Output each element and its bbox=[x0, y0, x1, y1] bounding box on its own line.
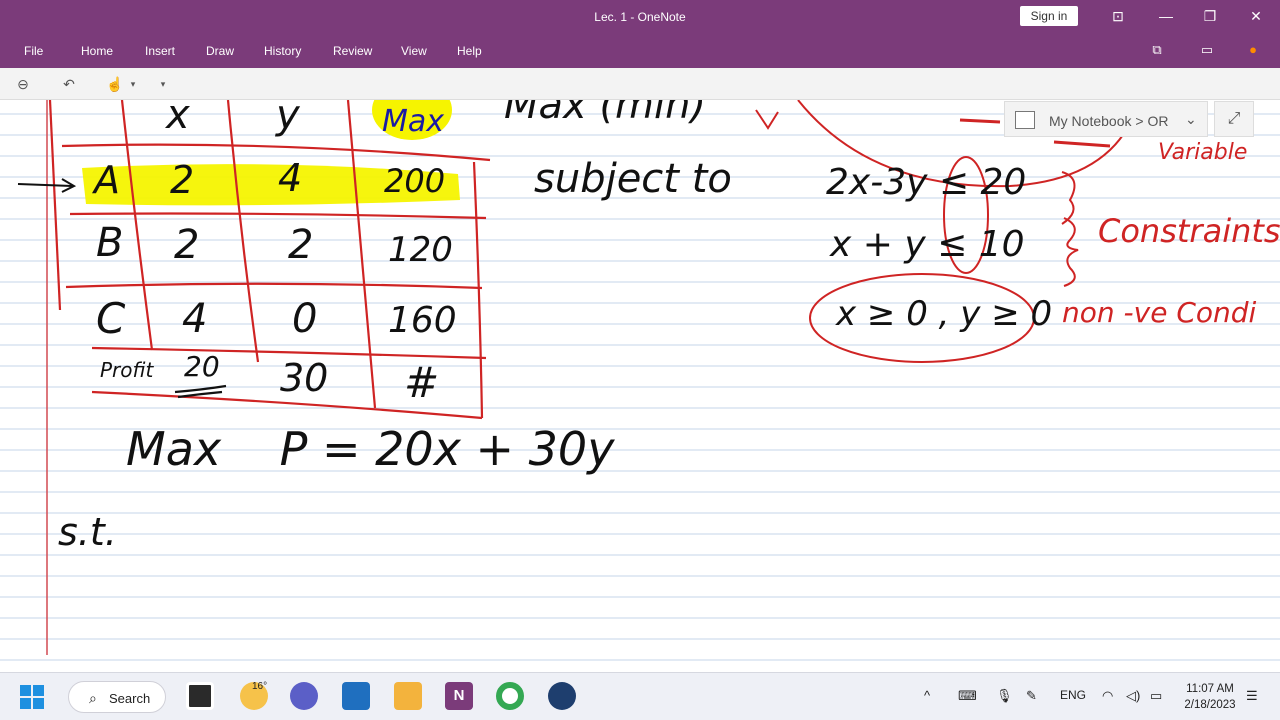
row-a-max: 200 bbox=[384, 162, 446, 200]
notification-center-icon[interactable]: ☰ bbox=[1246, 688, 1258, 704]
share-icon[interactable]: ⧉ bbox=[1148, 42, 1166, 60]
row-a-y: 4 bbox=[278, 156, 303, 200]
tab-help[interactable]: Help bbox=[457, 44, 482, 58]
chevron-down-icon[interactable]: ▾ bbox=[124, 75, 142, 93]
arrow-row-a bbox=[17, 178, 77, 193]
st-label: s.t. bbox=[58, 510, 117, 554]
search-icon: ⌕ bbox=[89, 690, 97, 706]
taskbar: ⌕ Search 16° N ^ ⌨ 🎙 ✎ ENG ◠ ◁) ▭ 11:07 … bbox=[0, 672, 1280, 720]
time: 11:07 AM bbox=[1186, 683, 1234, 695]
row-b-label: B bbox=[96, 220, 124, 266]
pen-icon[interactable]: ✎ bbox=[1026, 688, 1037, 704]
notebook-navigation[interactable]: My Notebook > OR ⌄ bbox=[1004, 101, 1208, 137]
ribbon-tabs: File Home Insert Draw History Review Vie… bbox=[0, 34, 1280, 68]
customize-toolbar-icon[interactable]: ▾ bbox=[154, 75, 172, 93]
constraint-2: x + y ≤ 10 bbox=[830, 224, 1025, 265]
back-icon[interactable]: ⊖ bbox=[14, 75, 32, 93]
immersive-reader-icon[interactable]: ⊡ bbox=[1098, 4, 1138, 28]
task-view-icon[interactable] bbox=[186, 682, 214, 710]
title-bar: Lec. 1 - OneNote Sign in ⊡ — ❐ ✕ bbox=[0, 0, 1280, 34]
tab-file[interactable]: File bbox=[24, 44, 43, 58]
header-x: x bbox=[166, 100, 190, 138]
row-c-label: C bbox=[96, 294, 126, 343]
nonneg-label: non -ve Condi bbox=[1062, 296, 1257, 329]
tab-insert[interactable]: Insert bbox=[145, 44, 175, 58]
language-indicator[interactable]: ENG bbox=[1060, 688, 1086, 702]
profit-x: 20 bbox=[184, 350, 220, 383]
row-c-max: 160 bbox=[388, 300, 457, 341]
volume-icon[interactable]: ◁) bbox=[1126, 688, 1140, 704]
expand-icon[interactable]: ⤢ bbox=[1214, 101, 1254, 137]
onenote-icon[interactable]: N bbox=[445, 682, 473, 710]
media-player-icon[interactable] bbox=[548, 682, 576, 710]
window-title: Lec. 1 - OneNote bbox=[594, 10, 686, 24]
chrome-icon[interactable] bbox=[496, 682, 524, 710]
windows-start-icon[interactable] bbox=[20, 685, 44, 709]
constraint-1: 2x-3y ≤ 20 bbox=[826, 162, 1027, 203]
sign-in-button[interactable]: Sign in bbox=[1020, 6, 1078, 26]
clock[interactable]: 11:07 AM 2/18/2023 bbox=[1180, 681, 1240, 713]
profit-y: 30 bbox=[280, 356, 329, 400]
chevron-down-icon[interactable]: ⌄ bbox=[1185, 111, 1197, 128]
row-a-x: 2 bbox=[170, 158, 195, 202]
store-icon[interactable] bbox=[342, 682, 370, 710]
nonneg-constraint: x ≥ 0 , y ≥ 0 bbox=[836, 294, 1053, 334]
notification-dot-icon[interactable]: ● bbox=[1244, 42, 1262, 60]
taskbar-search[interactable]: ⌕ Search bbox=[68, 681, 166, 713]
down-arrow bbox=[755, 109, 779, 130]
profit-label: Profit bbox=[100, 358, 154, 382]
weather-temp: 16° bbox=[252, 681, 268, 692]
microphone-icon[interactable]: 🎙 bbox=[996, 688, 1013, 704]
row-a-label: A bbox=[94, 158, 120, 202]
touch-mode-icon[interactable]: ☝ bbox=[106, 75, 124, 93]
wifi-icon[interactable]: ◠ bbox=[1102, 688, 1113, 704]
tab-history[interactable]: History bbox=[264, 44, 301, 58]
close-button[interactable]: ✕ bbox=[1236, 4, 1276, 28]
tab-view[interactable]: View bbox=[401, 44, 427, 58]
row-b-max: 120 bbox=[388, 230, 453, 270]
show-hidden-icons-icon[interactable]: ^ bbox=[924, 688, 930, 703]
comments-icon[interactable]: ▭ bbox=[1198, 42, 1216, 60]
row-b-y: 2 bbox=[288, 222, 314, 268]
restore-button[interactable]: ❐ bbox=[1190, 4, 1230, 28]
profit-max: # bbox=[404, 358, 440, 407]
variable-label: Variable bbox=[1158, 140, 1248, 165]
chat-icon[interactable] bbox=[290, 682, 318, 710]
minimize-button[interactable]: — bbox=[1146, 4, 1186, 28]
tab-home[interactable]: Home bbox=[81, 44, 113, 58]
row-c-y: 0 bbox=[292, 296, 318, 342]
battery-icon[interactable]: ▭ bbox=[1150, 688, 1162, 704]
constraints-brace bbox=[1063, 217, 1079, 287]
row-c-x: 4 bbox=[182, 296, 208, 342]
quick-access-toolbar: ⊖ ↶ ☝ ▾ ▾ bbox=[0, 68, 1280, 100]
undo-icon[interactable]: ↶ bbox=[60, 75, 78, 93]
objective-function: Max P = 20x + 30y bbox=[126, 422, 615, 476]
constraints-label: Constraints bbox=[1098, 212, 1280, 250]
header-y: y bbox=[276, 100, 300, 138]
notebook-path[interactable]: My Notebook > OR bbox=[1049, 113, 1168, 129]
file-explorer-icon[interactable] bbox=[394, 682, 422, 710]
objective-top: Max (min) bbox=[504, 100, 707, 128]
subject-to: subject to bbox=[534, 156, 732, 202]
keyboard-icon[interactable]: ⌨ bbox=[958, 688, 977, 704]
row-b-x: 2 bbox=[174, 222, 200, 268]
search-label: Search bbox=[109, 691, 151, 706]
header-max: Max bbox=[382, 104, 445, 139]
tab-review[interactable]: Review bbox=[333, 44, 372, 58]
note-page[interactable]: x y Max A 2 4 200 B 2 2 120 C 4 0 160 Pr… bbox=[0, 100, 1280, 673]
tab-draw[interactable]: Draw bbox=[206, 44, 234, 58]
date: 2/18/2023 bbox=[1184, 699, 1236, 711]
notebook-panel-icon[interactable] bbox=[1015, 111, 1035, 129]
